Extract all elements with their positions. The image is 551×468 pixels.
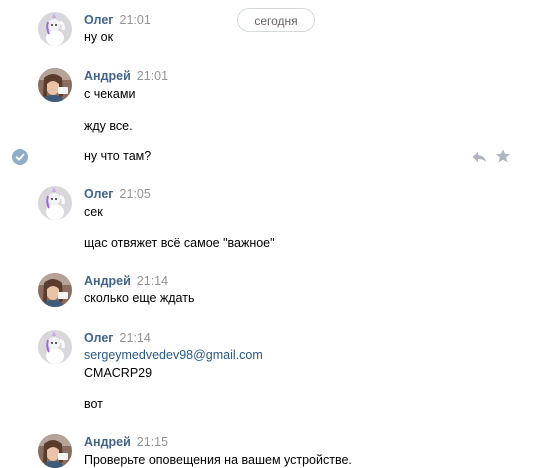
- message-text: жду все.: [84, 119, 133, 133]
- message-text: вот: [84, 397, 103, 411]
- message-header: Олег 21:14: [84, 330, 151, 346]
- avatar-andrey[interactable]: [38, 434, 72, 468]
- author-name[interactable]: Андрей: [84, 69, 131, 83]
- message-text: щас отвяжет всё самое "важное": [84, 236, 275, 250]
- email-link[interactable]: sergeymedvedev98@gmail.com: [84, 348, 263, 362]
- star-icon[interactable]: [495, 148, 511, 164]
- message-text: CMACRP29: [84, 366, 153, 380]
- message-text: с чеками: [84, 87, 136, 101]
- message-time[interactable]: 21:01: [120, 13, 151, 27]
- message-header: Андрей 21:01: [84, 68, 168, 84]
- date-divider: сегодня: [237, 8, 315, 32]
- message-header: Андрей 21:14: [84, 273, 168, 289]
- message-time[interactable]: 21:01: [137, 69, 168, 83]
- message-time[interactable]: 21:14: [120, 331, 151, 345]
- message-time[interactable]: 21:05: [120, 187, 151, 201]
- author-name[interactable]: Андрей: [84, 274, 131, 288]
- message-text: ну ок: [84, 30, 114, 44]
- message-text: сколько еще ждать: [84, 291, 195, 305]
- message-text: ну что там?: [84, 149, 152, 163]
- reply-icon[interactable]: [471, 149, 487, 165]
- avatar-oleg[interactable]: [38, 330, 72, 364]
- avatar-andrey[interactable]: [38, 68, 72, 102]
- message-header: Олег 21:01: [84, 12, 151, 28]
- message-link-line: sergeymedvedev98@gmail.com: [84, 347, 263, 363]
- author-name[interactable]: Олег: [84, 331, 114, 345]
- message-text: Проверьте оповещения на вашем устройстве…: [84, 453, 352, 467]
- message-time[interactable]: 21:14: [137, 274, 168, 288]
- author-name[interactable]: Андрей: [84, 435, 131, 449]
- avatar-andrey[interactable]: [38, 273, 72, 307]
- author-name[interactable]: Олег: [84, 13, 114, 27]
- chat-history: сегодня Олег 21:01 ну ок Андрей 21:01 с …: [0, 0, 551, 468]
- avatar-oleg[interactable]: [38, 186, 72, 220]
- message-header: Андрей 21:15: [84, 434, 168, 450]
- message-header: Олег 21:05: [84, 186, 151, 202]
- check-circle-icon[interactable]: [12, 149, 28, 165]
- message-time[interactable]: 21:15: [137, 435, 168, 449]
- avatar-oleg[interactable]: [38, 12, 72, 46]
- author-name[interactable]: Олег: [84, 187, 114, 201]
- message-text: сек: [84, 205, 103, 219]
